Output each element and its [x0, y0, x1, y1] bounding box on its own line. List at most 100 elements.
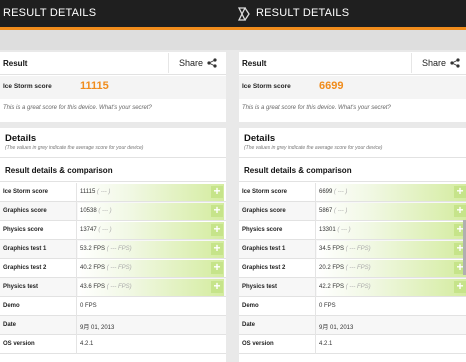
table-row[interactable]: Graphics score 10538 ( --- ) + — [0, 202, 226, 221]
table-row[interactable]: Graphics test 2 20.2 FPS ( --- FPS) + — [239, 259, 466, 278]
row-label: OS version — [242, 341, 274, 347]
screen-right: RESULT DETAILS Result Share Ice Storm sc… — [236, 0, 466, 362]
divider — [239, 74, 466, 75]
column-divider — [315, 183, 316, 354]
share-icon — [207, 58, 217, 68]
row-label: Physics score — [242, 227, 283, 233]
details-subtitle: (The values in grey indicate the average… — [244, 145, 383, 151]
row-label: Graphics score — [3, 208, 47, 214]
plus-icon[interactable]: + — [211, 261, 223, 274]
row-value: 6699 ( --- ) — [319, 189, 347, 195]
row-value: 40.2 FPS ( --- FPS) — [80, 265, 132, 271]
share-icon — [450, 58, 460, 68]
share-button[interactable]: Share — [411, 53, 466, 73]
value-text: 4.2.1 — [319, 341, 333, 347]
divider — [0, 353, 226, 354]
row-value: 0 FPS — [80, 303, 97, 309]
details-card: Details (The values in grey indicate the… — [239, 128, 466, 362]
value-text: 5867 — [319, 208, 333, 214]
plus-icon[interactable]: + — [211, 223, 223, 236]
average-value: ( --- ) — [334, 208, 348, 214]
result-label: Result — [242, 59, 267, 68]
share-label: Share — [179, 58, 204, 68]
average-value: ( --- FPS) — [106, 246, 132, 252]
comparison-title: Result details & comparison — [244, 166, 352, 175]
value-text: 6699 — [319, 189, 333, 195]
details-card: Details (The values in grey indicate the… — [0, 128, 226, 362]
value-text: 10538 — [80, 208, 97, 214]
table-row: Demo 0 FPS — [239, 297, 466, 316]
value-text: 43.6 FPS — [80, 284, 106, 290]
average-value: ( --- ) — [337, 227, 351, 233]
row-value: 4.2.1 — [80, 341, 93, 347]
average-value: ( --- ) — [98, 208, 112, 214]
comparison-title: Result details & comparison — [5, 166, 113, 175]
table-row[interactable]: Ice Storm score 11115 ( --- ) + — [0, 183, 226, 202]
value-text: 9月 01, 2013 — [80, 325, 115, 331]
divider — [239, 181, 466, 182]
row-value: 4.2.1 — [319, 341, 332, 347]
score-message: This is a great score for this device. W… — [242, 105, 391, 111]
table-row: Demo 0 FPS — [0, 297, 226, 316]
result-card: Result Share Ice Storm score 6699 This i… — [239, 52, 466, 122]
score-row: Ice Storm score 6699 — [239, 76, 466, 99]
plus-icon[interactable]: + — [211, 185, 223, 198]
divider — [0, 181, 226, 182]
value-text: 13747 — [80, 227, 97, 233]
value-text: 13301 — [319, 227, 336, 233]
table-row[interactable]: Physics score 13301 ( --- ) + — [239, 221, 466, 240]
plus-icon[interactable]: + — [211, 280, 223, 293]
value-text: 42.2 FPS — [319, 284, 345, 290]
row-value: 13301 ( --- ) — [319, 227, 351, 233]
plus-icon[interactable]: + — [454, 204, 466, 217]
row-value: 9月 01, 2013 — [319, 322, 353, 331]
divider — [0, 157, 226, 158]
table-row[interactable]: Graphics score 5867 ( --- ) + — [239, 202, 466, 221]
row-value: 34.5 FPS ( --- FPS) — [319, 246, 371, 252]
table-row: OS version 4.2.1 — [239, 335, 466, 354]
table-row[interactable]: Physics score 13747 ( --- ) + — [0, 221, 226, 240]
screen-left: RESULT DETAILS Result Share Ice Storm sc… — [0, 0, 229, 362]
details-subtitle: (The values in grey indicate the average… — [5, 145, 144, 151]
row-value: 11115 ( --- ) — [80, 189, 110, 195]
score-value: 11115 — [80, 80, 109, 92]
3dmark-logo-icon — [237, 7, 250, 21]
row-value: 42.2 FPS ( --- FPS) — [319, 284, 371, 290]
value-text: 20.2 FPS — [319, 265, 345, 271]
screen-title: RESULT DETAILS — [256, 7, 350, 19]
row-label: Date — [3, 322, 17, 328]
score-label: Ice Storm score — [242, 83, 291, 90]
table-row[interactable]: Graphics test 2 40.2 FPS ( --- FPS) + — [0, 259, 226, 278]
column-divider — [76, 183, 77, 354]
table-row[interactable]: Graphics test 1 53.2 FPS ( --- FPS) + — [0, 240, 226, 259]
average-value: ( --- FPS) — [345, 265, 371, 271]
details-title: Details — [244, 133, 276, 144]
table-row[interactable]: Physics test 43.6 FPS ( --- FPS) + — [0, 278, 226, 297]
share-button[interactable]: Share — [168, 53, 225, 73]
average-value: ( --- ) — [98, 227, 112, 233]
row-label: Demo — [242, 303, 259, 309]
value-text: 40.2 FPS — [80, 265, 106, 271]
result-label: Result — [3, 59, 28, 68]
plus-icon[interactable]: + — [454, 185, 466, 198]
divider — [239, 353, 466, 354]
row-label: Graphics score — [242, 208, 286, 214]
value-text: 34.5 FPS — [319, 246, 345, 252]
table-row[interactable]: Ice Storm score 6699 ( --- ) + — [239, 183, 466, 202]
value-text: 11115 — [80, 189, 96, 195]
average-value: ( --- FPS) — [345, 246, 371, 252]
row-label: Graphics test 1 — [3, 246, 47, 252]
value-text: 0 FPS — [319, 303, 336, 309]
row-label: Graphics test 2 — [3, 265, 47, 271]
table-row: OS version 4.2.1 — [0, 335, 226, 354]
plus-icon[interactable]: + — [454, 280, 466, 293]
row-label: Physics test — [3, 284, 39, 290]
row-label: Graphics test 1 — [242, 246, 286, 252]
row-value: 10538 ( --- ) — [80, 208, 112, 214]
row-label: Physics test — [242, 284, 278, 290]
plus-icon[interactable]: + — [211, 204, 223, 217]
table-row: Date 9月 01, 2013 — [0, 316, 226, 335]
plus-icon[interactable]: + — [211, 242, 223, 255]
table-row[interactable]: Graphics test 1 34.5 FPS ( --- FPS) + — [239, 240, 466, 259]
table-row[interactable]: Physics test 42.2 FPS ( --- FPS) + — [239, 278, 466, 297]
